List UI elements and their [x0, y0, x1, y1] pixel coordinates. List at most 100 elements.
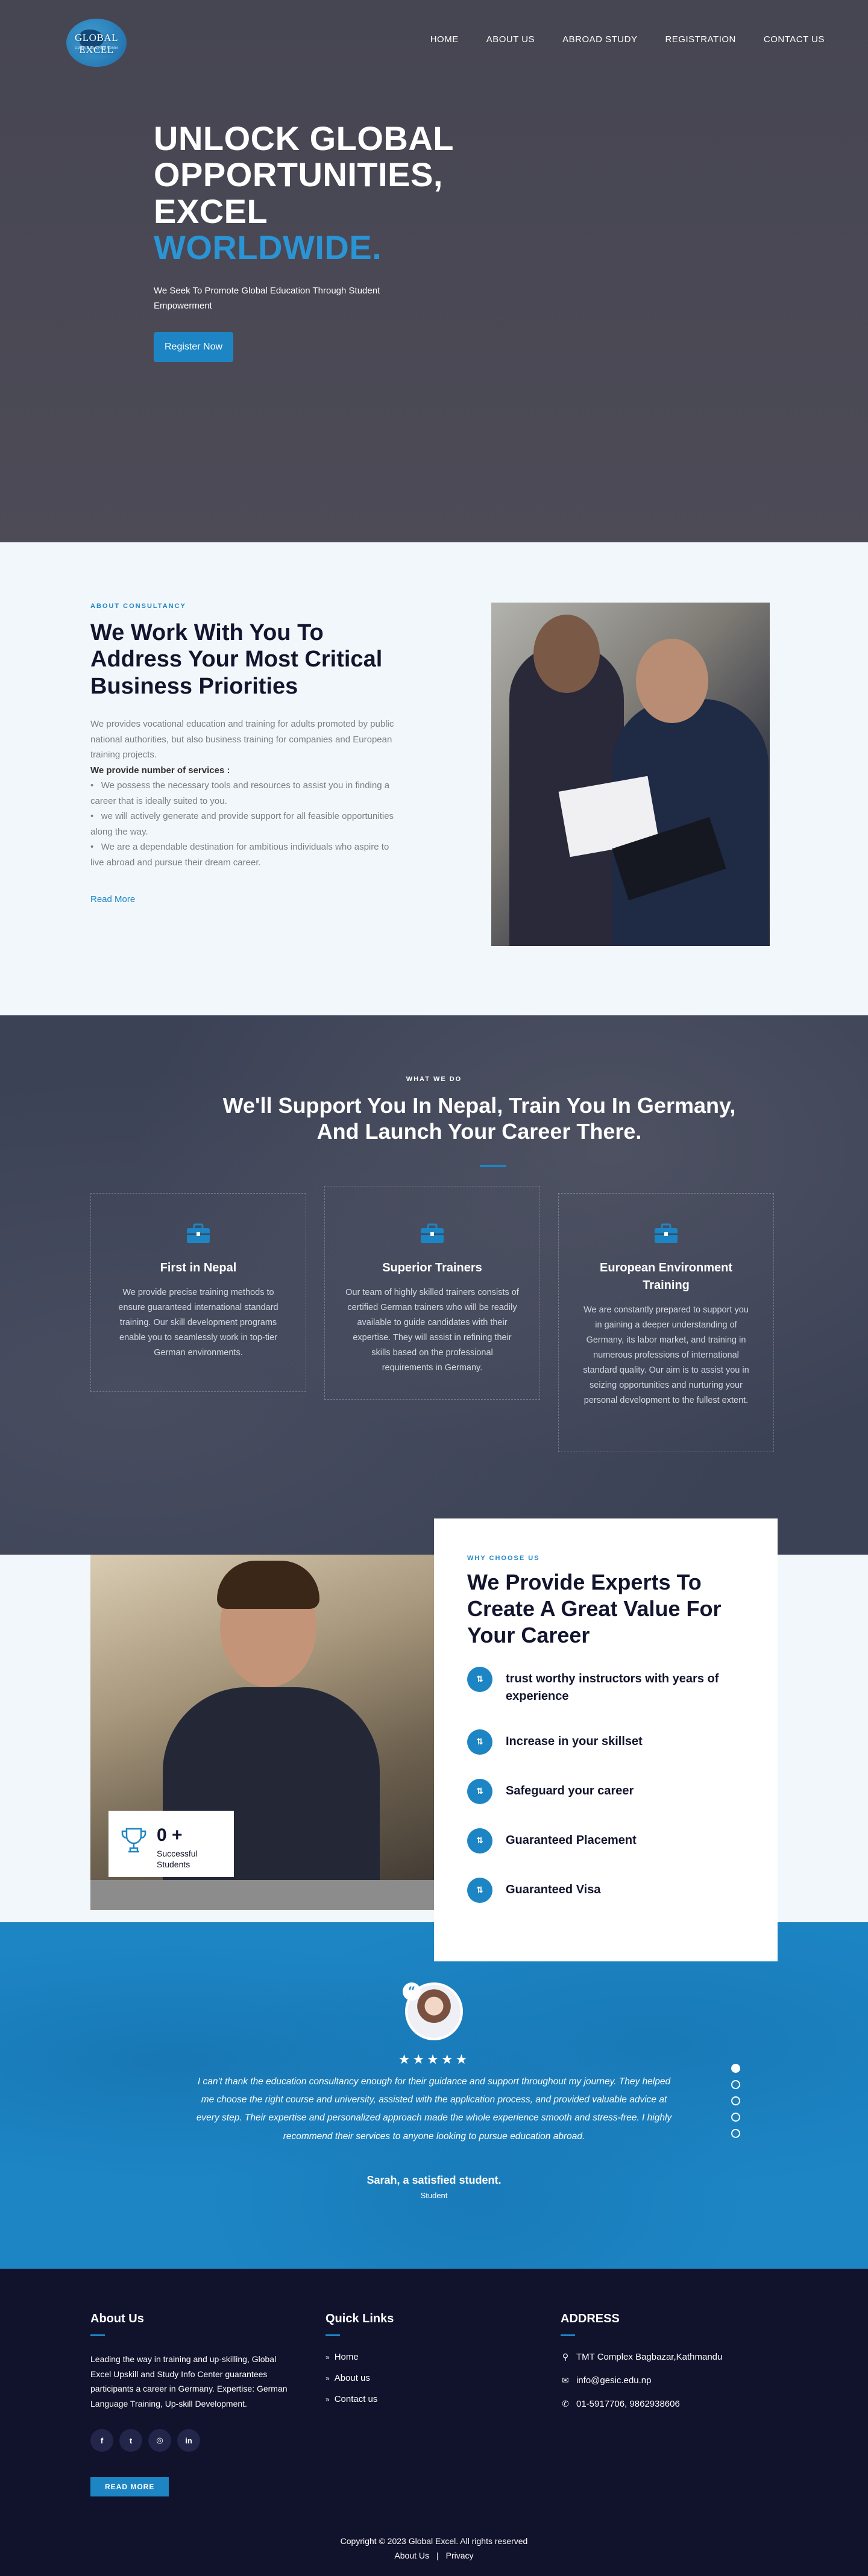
map-pin-icon: ⚲ [562, 2352, 569, 2361]
twitter-icon[interactable]: t [119, 2429, 142, 2452]
address-line: ⚲ TMT Complex Bagbazar,Kathmandu [561, 2352, 722, 2362]
about-read-more-link[interactable]: Read More [90, 894, 135, 904]
nav-contact-us[interactable]: CONTACT US [764, 34, 825, 45]
title-underline [90, 2334, 105, 2336]
sort-icon: ⇅ [467, 1877, 492, 1903]
photo-figure [217, 1561, 319, 1609]
footer-link-contact[interactable]: » Contact us [326, 2394, 394, 2404]
legal-privacy-link[interactable]: Privacy [446, 2551, 474, 2560]
instagram-icon[interactable]: ◎ [148, 2429, 171, 2452]
footer-address: ADDRESS ⚲ TMT Complex Bagbazar,Kathmandu … [561, 2312, 722, 2422]
why-item-text: Guaranteed Placement [506, 1833, 637, 1847]
about-section: ABOUT CONSULTANCY We Work With You To Ad… [0, 542, 868, 1015]
register-now-button[interactable]: Register Now [154, 331, 234, 362]
successful-students-stat: 0 + Successful Students [108, 1811, 234, 1877]
phone-icon: ✆ [562, 2399, 569, 2408]
carousel-dot[interactable] [731, 2064, 740, 2073]
footer-link-home[interactable]: » Home [326, 2352, 394, 2362]
carousel-dot[interactable] [731, 2113, 740, 2122]
sort-icon: ⇅ [467, 1666, 492, 1692]
footer-read-more-button[interactable]: READ MORE [90, 2477, 169, 2496]
legal-about-link[interactable]: About Us [394, 2551, 429, 2560]
testimonial-section: “ ★★★★★ I can't thank the education cons… [0, 1922, 868, 2269]
footer-link-label: About us [334, 2373, 370, 2383]
main-nav: GLOBAL EXCEL Upskill & Study Info Center… [0, 0, 868, 78]
why-eyebrow: WHY CHOOSE US [467, 1555, 540, 1562]
stat-text: 0 + Successful Students [157, 1825, 211, 1870]
legal-links: About Us | Privacy [0, 2551, 868, 2560]
what-we-do-section: WHAT WE DO We'll Support You In Nepal, T… [0, 1015, 868, 1555]
why-item-text: Guaranteed Visa [506, 1882, 601, 1896]
social-links: f t ◎ in [90, 2429, 298, 2452]
service-item: • We possess the necessary tools and res… [90, 780, 390, 806]
what-heading-line: We'll Support You In Nepal, Train You In… [222, 1093, 736, 1118]
testimonial-role: Student [420, 2191, 448, 2200]
hero-title-accent: WORLDWIDE. [154, 228, 382, 267]
service-item-text: We are a dependable destination for ambi… [90, 842, 389, 868]
title-underline [561, 2334, 575, 2336]
service-item: • we will actively generate and provide … [90, 811, 394, 837]
why-item-text: trust worthy instructors with years of e… [506, 1672, 719, 1703]
what-heading: We'll Support You In Nepal, Train You In… [0, 1092, 868, 1144]
footer-link-about[interactable]: » About us [326, 2373, 394, 2383]
heading-underline [480, 1165, 506, 1167]
about-heading: We Work With You To Address Your Most Cr… [90, 620, 383, 699]
carousel-dots [731, 2064, 740, 2138]
why-item-text: Increase in your skillset [506, 1734, 643, 1748]
facebook-icon[interactable]: f [90, 2429, 113, 2452]
carousel-dot[interactable] [731, 2129, 740, 2138]
address-text: TMT Complex Bagbazar,Kathmandu [576, 2352, 723, 2362]
footer-about-title: About Us [90, 2312, 144, 2325]
envelope-icon: ✉ [562, 2375, 569, 2385]
hero-content: UNLOCK GLOBAL OPPORTUNITIES, EXCEL WORLD… [154, 120, 467, 362]
why-item: ⇅ Guaranteed Placement [467, 1828, 744, 1854]
chevron-right-icon: » [326, 2374, 330, 2383]
about-text: ABOUT CONSULTANCY We Work With You To Ad… [90, 603, 398, 905]
hero-title-line: OPPORTUNITIES, [154, 155, 443, 194]
chevron-right-icon: » [326, 2395, 330, 2404]
trophy-icon [121, 1828, 146, 1853]
carousel-dot[interactable] [731, 2096, 740, 2105]
logo-wordmark: GLOBAL EXCEL [75, 32, 118, 55]
sort-icon: ⇅ [467, 1828, 492, 1854]
what-eyebrow: WHAT WE DO [406, 1076, 462, 1083]
service-item-text: we will actively generate and provide su… [90, 811, 394, 837]
email-line[interactable]: ✉ info@gesic.edu.np [561, 2375, 722, 2386]
site-logo[interactable]: GLOBAL EXCEL Upskill & Study Info Center [60, 9, 133, 69]
title-underline [326, 2334, 340, 2336]
logo-tagline: Upskill & Study Info Center [75, 46, 118, 50]
footer-quick-links: Quick Links » Home » About us » Contact us [326, 2312, 394, 2415]
linkedin-icon[interactable]: in [177, 2429, 200, 2452]
quick-links-title: Quick Links [326, 2312, 394, 2325]
why-item: ⇅ Safeguard your career [467, 1778, 744, 1804]
feature-card-title: Superior Trainers [382, 1261, 482, 1274]
feature-card-title: First in Nepal [160, 1261, 237, 1274]
footer-link-label: Home [334, 2352, 359, 2362]
feature-card: European Environment Training We are con… [558, 1193, 774, 1452]
footer-about-text: Leading the way in training and up-skill… [90, 2354, 288, 2408]
address-title: ADDRESS [561, 2312, 620, 2325]
phone-line[interactable]: ✆ 01-5917706, 9862938606 [561, 2399, 722, 2409]
briefcase-icon [187, 1223, 210, 1243]
chevron-right-icon: » [326, 2353, 330, 2361]
sort-icon: ⇅ [467, 1778, 492, 1804]
photo-figure [636, 639, 708, 723]
nav-abroad-study[interactable]: ABROAD STUDY [562, 34, 637, 45]
feature-card: First in Nepal We provide precise traini… [90, 1193, 306, 1392]
stat-value: 0 + [157, 1825, 183, 1845]
nav-about-us[interactable]: ABOUT US [486, 34, 535, 45]
about-body: We provides vocational education and tra… [90, 716, 398, 870]
stat-label: Successful Students [157, 1849, 198, 1870]
nav-home[interactable]: HOME [430, 34, 459, 45]
testimonial-author: Sarah, a satisfied student. [366, 2174, 502, 2186]
feature-card-text: Our team of highly skilled trainers cons… [345, 1288, 519, 1373]
briefcase-icon [421, 1223, 444, 1243]
nav-registration[interactable]: REGISTRATION [665, 34, 735, 45]
feature-cards: First in Nepal We provide precise traini… [90, 1186, 774, 1452]
carousel-dot[interactable] [731, 2080, 740, 2089]
what-heading-line: And Launch Your Career There. [316, 1119, 642, 1144]
quick-links-list: » Home » About us » Contact us [326, 2352, 394, 2404]
legal-separator: | [436, 2551, 439, 2560]
address-list: ⚲ TMT Complex Bagbazar,Kathmandu ✉ info@ge… [561, 2352, 722, 2409]
business-people-photo [491, 603, 770, 946]
